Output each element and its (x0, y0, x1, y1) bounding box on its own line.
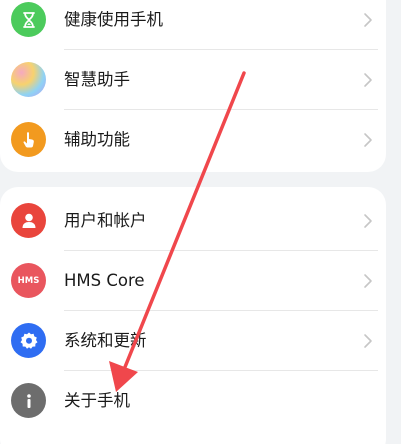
settings-item-label: HMS Core (64, 271, 145, 290)
chevron-right-icon (364, 214, 372, 228)
settings-item-label: 辅助功能 (64, 130, 130, 149)
chevron-right-icon (364, 274, 372, 288)
chevron-right-icon (364, 133, 372, 147)
settings-item-label: 用户和帐户 (64, 211, 147, 230)
settings-item-hms-core[interactable]: HMS HMS Core (0, 251, 386, 311)
assistant-orb-icon (11, 62, 46, 97)
hourglass-icon (11, 2, 46, 37)
hand-pointer-icon (11, 122, 46, 157)
settings-group-general: 健康使用手机 智慧助手 辅助功能 (0, 0, 386, 172)
settings-item-digital-balance[interactable]: 健康使用手机 (0, 0, 386, 50)
chevron-right-icon (364, 334, 372, 348)
settings-item-about-phone[interactable]: 关于手机 (0, 371, 386, 431)
settings-item-users-accounts[interactable]: 用户和帐户 (0, 191, 386, 251)
settings-item-label: 关于手机 (64, 391, 130, 410)
settings-group-system: 用户和帐户 HMS HMS Core 系统和更新 关于手机 (0, 187, 386, 444)
gear-icon (11, 323, 46, 358)
settings-item-accessibility[interactable]: 辅助功能 (0, 110, 386, 170)
settings-item-label: 智慧助手 (64, 70, 130, 89)
hms-icon: HMS (11, 263, 46, 298)
user-icon (11, 203, 46, 238)
info-icon (11, 383, 46, 418)
chevron-right-icon (364, 13, 372, 27)
settings-item-system-updates[interactable]: 系统和更新 (0, 311, 386, 371)
settings-item-label: 系统和更新 (64, 331, 147, 350)
settings-item-smart-assistant[interactable]: 智慧助手 (0, 50, 386, 110)
settings-item-label: 健康使用手机 (64, 10, 163, 29)
chevron-right-icon (364, 73, 372, 87)
settings-screen: 健康使用手机 智慧助手 辅助功能 用户和帐户 HMS HMS Core 系统和更… (0, 0, 401, 444)
